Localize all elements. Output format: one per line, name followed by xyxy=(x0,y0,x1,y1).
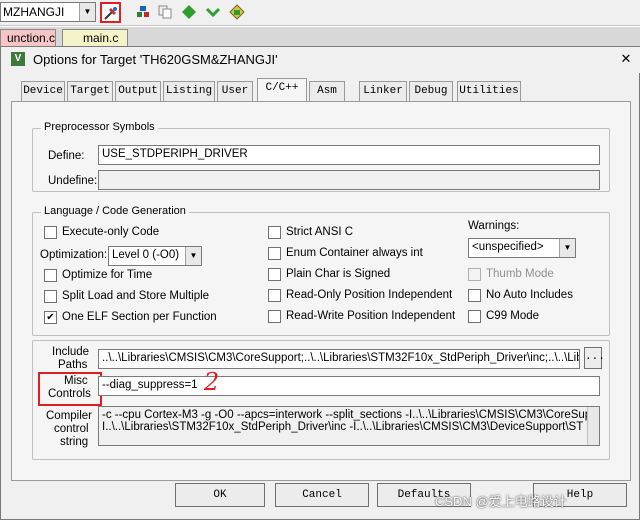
dialog-title: Options for Target 'TH620GSM&ZHANGJI' xyxy=(33,52,278,67)
options-dialog: V Options for Target 'TH620GSM&ZHANGJI' … xyxy=(0,46,640,520)
warnings-label: Warnings: xyxy=(468,220,520,232)
tab-utilities[interactable]: Utilities xyxy=(457,81,521,101)
c-cpp-panel: Preprocessor Symbols Define: USE_STDPERI… xyxy=(11,101,631,481)
optimization-label: Optimization: xyxy=(40,249,108,261)
tab-device[interactable]: Device xyxy=(21,81,65,101)
tab-target[interactable]: Target xyxy=(67,81,113,101)
cancel-button[interactable]: Cancel xyxy=(275,483,369,507)
ro-position-label: Read-Only Position Independent xyxy=(286,289,453,301)
ro-position-checkbox[interactable] xyxy=(268,289,281,302)
c99-mode-checkbox[interactable] xyxy=(468,310,481,323)
rw-position-label: Read-Write Position Independent xyxy=(286,310,456,322)
close-icon[interactable]: ✕ xyxy=(617,50,635,68)
language-title: Language / Code Generation xyxy=(41,205,189,217)
one-elf-checkbox[interactable]: ✔ xyxy=(44,311,57,324)
annotation-number: 2 xyxy=(204,368,220,396)
compiler-string-box[interactable]: -c --cpu Cortex-M3 -g -O0 --apcs=interwo… xyxy=(98,406,600,446)
file-tab-main[interactable]: main.c xyxy=(62,29,128,47)
define-label: Define: xyxy=(48,150,85,162)
tab-debug[interactable]: Debug xyxy=(409,81,453,101)
optimization-select[interactable]: Level 0 (-O0) ▼ xyxy=(108,246,202,266)
execute-only-label: Execute-only Code xyxy=(62,226,160,238)
include-paths-label-2: Paths xyxy=(58,359,88,371)
plain-char-checkbox[interactable] xyxy=(268,268,281,281)
compiler-string-label-1: Compiler xyxy=(46,410,93,422)
include-paths-input[interactable]: ..\..\Libraries\CMSIS\CM3\CoreSupport;..… xyxy=(98,349,580,369)
include-paths-label-1: Include xyxy=(52,346,90,358)
chevron-down-icon[interactable]: ▼ xyxy=(185,247,201,265)
keil-logo-icon: V xyxy=(11,52,25,66)
compiler-string-line-2: I..\..\Libraries\STM32F10x_StdPeriph_Dri… xyxy=(102,421,584,433)
plain-char-label: Plain Char is Signed xyxy=(286,268,391,280)
copy-icon[interactable] xyxy=(154,2,175,23)
file-tab-bar: unction.c main.c xyxy=(0,27,640,70)
split-load-label: Split Load and Store Multiple xyxy=(62,290,210,302)
compiler-string-label-2: control xyxy=(54,423,89,435)
tab-listing[interactable]: Listing xyxy=(163,81,215,101)
preprocessor-title: Preprocessor Symbols xyxy=(41,121,158,133)
file-tab-label: main.c xyxy=(83,31,119,45)
warnings-value: <unspecified> xyxy=(472,241,544,253)
chevron-down-icon[interactable]: ▼ xyxy=(559,239,575,257)
strict-ansi-checkbox[interactable] xyxy=(268,226,281,239)
one-elf-label: One ELF Section per Function xyxy=(62,311,217,323)
tab-asm[interactable]: Asm xyxy=(309,81,345,101)
enum-int-checkbox[interactable] xyxy=(268,247,281,260)
thumb-mode-label: Thumb Mode xyxy=(486,268,554,280)
define-input[interactable]: USE_STDPERIPH_DRIVER xyxy=(98,145,600,165)
browse-include-button[interactable]: ... xyxy=(584,347,605,369)
tab-user[interactable]: User xyxy=(217,81,253,101)
rw-position-checkbox[interactable] xyxy=(268,310,281,323)
warnings-select[interactable]: <unspecified> ▼ xyxy=(468,238,576,258)
optimization-value: Level 0 (-O0) xyxy=(112,249,180,261)
undefine-input[interactable] xyxy=(98,170,600,190)
ok-button[interactable]: OK xyxy=(175,483,265,507)
misc-controls-label-2: Controls xyxy=(48,388,91,400)
no-auto-includes-label: No Auto Includes xyxy=(486,289,573,301)
misc-controls-input[interactable]: --diag_suppress=1 xyxy=(98,376,600,396)
target-select[interactable]: MZHANGJI ▼ xyxy=(0,2,96,22)
undefine-label: Undefine: xyxy=(48,175,98,187)
thumb-mode-checkbox[interactable] xyxy=(468,268,481,281)
strict-ansi-label: Strict ANSI C xyxy=(286,226,354,238)
target-select-value: MZHANGJI xyxy=(3,5,65,19)
diamond-icon[interactable] xyxy=(178,2,199,23)
tab-c-cpp[interactable]: C/C++ xyxy=(257,78,307,102)
arrow-down-icon[interactable] xyxy=(202,2,223,23)
manage-components-icon[interactable] xyxy=(132,2,153,23)
split-load-checkbox[interactable] xyxy=(44,290,57,303)
dialog-title-bar: V Options for Target 'TH620GSM&ZHANGJI' … xyxy=(1,47,640,73)
main-toolbar: MZHANGJI ▼ xyxy=(0,0,640,26)
file-tab-function[interactable]: unction.c xyxy=(0,29,56,47)
compiler-string-scrollbar[interactable] xyxy=(587,407,599,445)
compiler-string-line-1: -c --cpu Cortex-M3 -g -O0 --apcs=interwo… xyxy=(102,409,600,421)
optimize-time-label: Optimize for Time xyxy=(62,269,153,281)
optimize-time-checkbox[interactable] xyxy=(44,269,57,282)
tab-linker[interactable]: Linker xyxy=(359,81,407,101)
chevron-down-icon[interactable]: ▼ xyxy=(79,3,95,21)
compiler-string-label-3: string xyxy=(60,436,89,448)
target-options-icon[interactable] xyxy=(100,2,121,23)
no-auto-includes-checkbox[interactable] xyxy=(468,289,481,302)
pack-installer-icon[interactable] xyxy=(226,2,247,23)
misc-controls-label-1: Misc xyxy=(64,375,88,387)
execute-only-checkbox[interactable] xyxy=(44,226,57,239)
tab-output[interactable]: Output xyxy=(115,81,161,101)
c99-mode-label: C99 Mode xyxy=(486,310,540,322)
enum-int-label: Enum Container always int xyxy=(286,247,423,259)
watermark: CSDN @爱上电路设计 xyxy=(435,494,567,509)
